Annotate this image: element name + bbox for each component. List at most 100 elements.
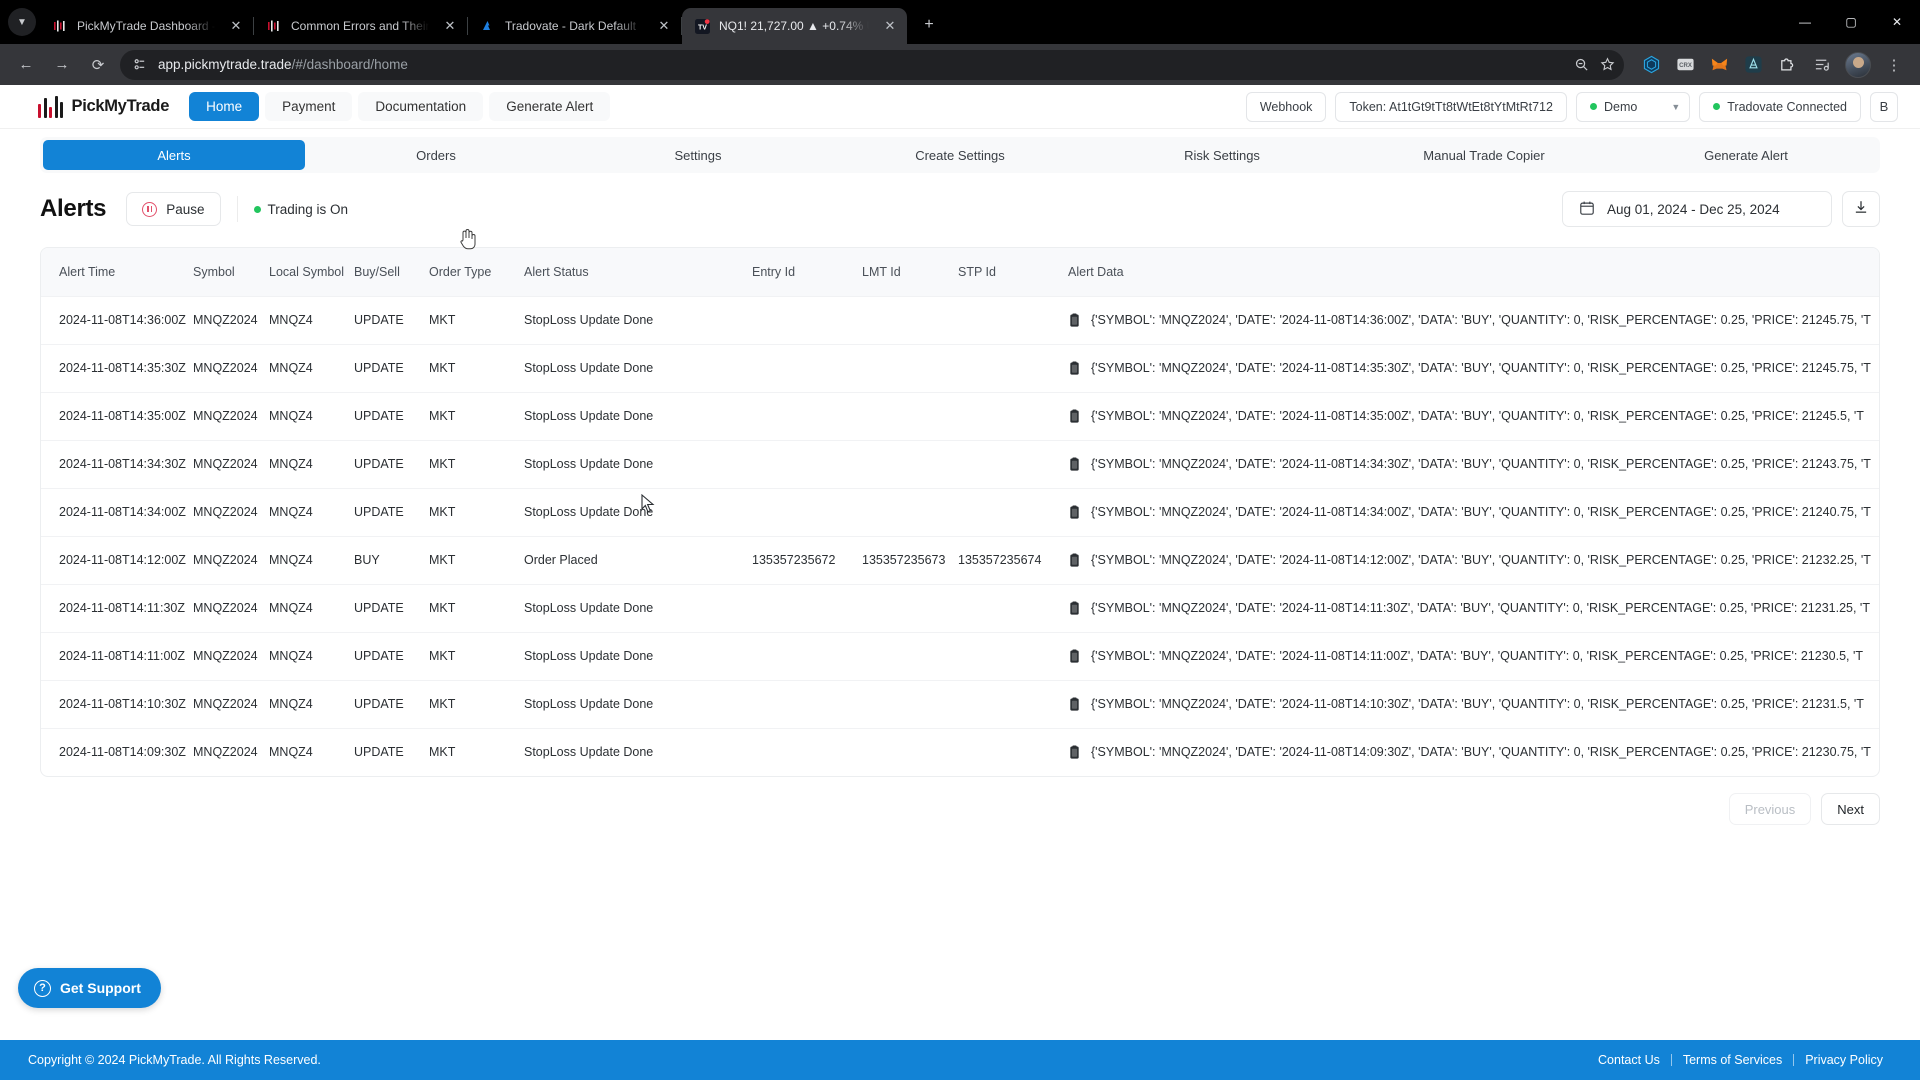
primary-nav: Home Payment Documentation Generate Aler…	[189, 92, 611, 121]
minimize-icon[interactable]: —	[1782, 0, 1828, 44]
table-row[interactable]: 2024-11-08T14:09:30Z MNQZ2024 MNQZ4 UPDATE M…	[41, 727, 1879, 776]
table-row[interactable]: 2024-11-08T14:35:30Z MNQZ2024 MNQZ4 UPDATE M…	[41, 343, 1879, 392]
table-row[interactable]: 2024-11-08T14:10:30Z MNQZ2024 MNQZ4 UPDATE M…	[41, 679, 1879, 728]
cell-buy-sell: UPDATE	[354, 487, 429, 536]
site-settings-icon[interactable]	[126, 52, 152, 78]
table-row[interactable]: 2024-11-08T14:11:00Z MNQZ2024 MNQZ4 UPDATE M…	[41, 631, 1879, 680]
col-alert-time: Alert Time	[41, 248, 193, 296]
footer-link-terms[interactable]: Terms of Services	[1672, 1053, 1793, 1067]
clipboard-icon[interactable]	[1068, 408, 1081, 424]
nav-home[interactable]: Home	[189, 92, 260, 121]
nav-generate-alert[interactable]: Generate Alert	[489, 92, 611, 121]
puzzle-extensions-icon[interactable]	[1773, 51, 1801, 79]
tab-risk-settings[interactable]: Risk Settings	[1091, 140, 1353, 170]
clipboard-icon[interactable]	[1068, 504, 1081, 520]
new-tab-button[interactable]: +	[915, 11, 943, 39]
browser-tab-1[interactable]: PickMyTrade Dashboard - Mana ✕	[40, 8, 253, 44]
tab-manual-trade-copier[interactable]: Manual Trade Copier	[1353, 140, 1615, 170]
table-row[interactable]: 2024-11-08T14:12:00Z MNQZ2024 MNQZ4 BUY MKT O…	[41, 535, 1879, 584]
cell-alert-status: Order Placed	[524, 535, 752, 584]
close-icon[interactable]: ✕	[653, 15, 675, 37]
section-tabs-wrap: Alerts Orders Settings Create Settings R…	[0, 129, 1920, 173]
metamask-fox-icon[interactable]	[1705, 51, 1733, 79]
broker-status-badge: Tradovate Connected	[1699, 91, 1861, 122]
token-display[interactable]: Token: At1tGt9tTt8tWtEt8tYtMtRt712	[1335, 91, 1567, 122]
table-row[interactable]: 2024-11-08T14:34:30Z MNQZ2024 MNQZ4 UPDATE M…	[41, 439, 1879, 488]
url-path: /#/dashboard/home	[291, 57, 408, 72]
tab-title: NQ1! 21,727.00 ▲ +0.74% Unna	[719, 19, 869, 33]
zoom-out-icon[interactable]	[1568, 52, 1594, 78]
close-icon[interactable]: ✕	[879, 15, 901, 37]
cell-alert-status: StopLoss Update Done	[524, 727, 752, 776]
cell-alert-time: 2024-11-08T14:35:00Z	[41, 391, 193, 440]
nav-documentation[interactable]: Documentation	[358, 92, 484, 121]
address-bar[interactable]: app.pickmytrade.trade/#/dashboard/home	[120, 49, 1624, 80]
cell-symbol: MNQZ2024	[193, 343, 269, 392]
cell-buy-sell: UPDATE	[354, 679, 429, 728]
webhook-button[interactable]: Webhook	[1245, 91, 1327, 122]
tab-alerts[interactable]: Alerts	[43, 140, 305, 170]
page-title: Alerts	[40, 195, 107, 222]
footer-link-contact-us[interactable]: Contact Us	[1587, 1053, 1671, 1067]
maximize-icon[interactable]: ▢	[1828, 0, 1874, 44]
reload-icon[interactable]: ⟳	[83, 50, 113, 80]
tab-orders[interactable]: Orders	[305, 140, 567, 170]
tab-generate-alert[interactable]: Generate Alert	[1615, 140, 1877, 170]
footer-link-privacy[interactable]: Privacy Policy	[1794, 1053, 1894, 1067]
pagination: Previous Next	[0, 777, 1920, 825]
page-header-right: Aug 01, 2024 - Dec 25, 2024	[1562, 191, 1880, 227]
tab-settings[interactable]: Settings	[567, 140, 829, 170]
profile-avatar[interactable]	[1845, 51, 1871, 78]
tab-search-chevron-icon[interactable]: ▼	[8, 8, 36, 36]
col-stp-id: STP Id	[958, 248, 1068, 296]
cell-buy-sell: UPDATE	[354, 391, 429, 440]
crx-extension-icon[interactable]: CRX	[1671, 51, 1699, 79]
table-row[interactable]: 2024-11-08T14:35:00Z MNQZ2024 MNQZ4 UPDATE M…	[41, 391, 1879, 440]
cell-entry-id	[752, 391, 862, 440]
previous-page-button[interactable]: Previous	[1728, 793, 1812, 825]
cell-alert-status: StopLoss Update Done	[524, 391, 752, 440]
hexagon-extension-icon[interactable]	[1637, 51, 1665, 79]
clipboard-icon[interactable]	[1068, 360, 1081, 376]
cell-alert-status: StopLoss Update Done	[524, 295, 752, 344]
clipboard-icon[interactable]	[1068, 456, 1081, 472]
cell-alert-status: StopLoss Update Done	[524, 343, 752, 392]
table-row[interactable]: 2024-11-08T14:11:30Z MNQZ2024 MNQZ4 UPDATE M…	[41, 583, 1879, 632]
clipboard-icon[interactable]	[1068, 600, 1081, 616]
get-support-label: Get Support	[60, 980, 141, 996]
date-range-picker[interactable]: Aug 01, 2024 - Dec 25, 2024	[1562, 191, 1832, 227]
browser-tab-4[interactable]: TV NQ1! 21,727.00 ▲ +0.74% Unna ✕	[682, 8, 907, 44]
browser-tab-2[interactable]: Common Errors and Their Resol ✕	[254, 8, 467, 44]
close-icon[interactable]: ✕	[439, 15, 461, 37]
clipboard-icon[interactable]	[1068, 552, 1081, 568]
tab-create-settings[interactable]: Create Settings	[829, 140, 1091, 170]
table-row[interactable]: 2024-11-08T14:36:00Z MNQZ2024 MNQZ4 UPDATE M…	[41, 295, 1879, 344]
clipboard-icon[interactable]	[1068, 696, 1081, 712]
cell-alert-time: 2024-11-08T14:11:00Z	[41, 631, 193, 680]
robot-extension-icon[interactable]	[1739, 51, 1767, 79]
get-support-button[interactable]: ? Get Support	[18, 968, 161, 1008]
pause-icon	[142, 201, 158, 217]
tab-title: Common Errors and Their Resol	[291, 19, 429, 33]
star-icon[interactable]	[1594, 52, 1620, 78]
pickmytrade-bars-logo	[38, 95, 66, 118]
pause-button[interactable]: Pause	[126, 192, 221, 226]
account-mode-select[interactable]: Demo ▼	[1575, 91, 1691, 122]
user-avatar[interactable]: B	[1870, 91, 1898, 122]
brand[interactable]: PickMyTrade	[38, 95, 169, 118]
clipboard-icon[interactable]	[1068, 312, 1081, 328]
next-page-button[interactable]: Next	[1821, 793, 1880, 825]
clipboard-icon[interactable]	[1068, 745, 1081, 760]
close-window-icon[interactable]: ✕	[1874, 0, 1920, 44]
three-dot-menu-icon[interactable]: ⋮	[1879, 50, 1909, 80]
close-icon[interactable]: ✕	[225, 15, 247, 37]
clipboard-icon[interactable]	[1068, 648, 1081, 664]
browser-tab-3[interactable]: Tradovate - Dark Default ✕	[468, 8, 681, 44]
media-list-icon[interactable]	[1807, 50, 1837, 80]
nav-payment[interactable]: Payment	[265, 92, 353, 121]
forward-icon[interactable]: →	[47, 50, 77, 80]
download-button[interactable]	[1842, 191, 1880, 227]
back-icon[interactable]: ←	[11, 50, 41, 80]
table-row[interactable]: 2024-11-08T14:34:00Z MNQZ2024 MNQZ4 UPDATE M…	[41, 487, 1879, 536]
alert-data-json: {'SYMBOL': 'MNQZ2024', 'DATE': '2024-11-…	[1091, 697, 1864, 711]
